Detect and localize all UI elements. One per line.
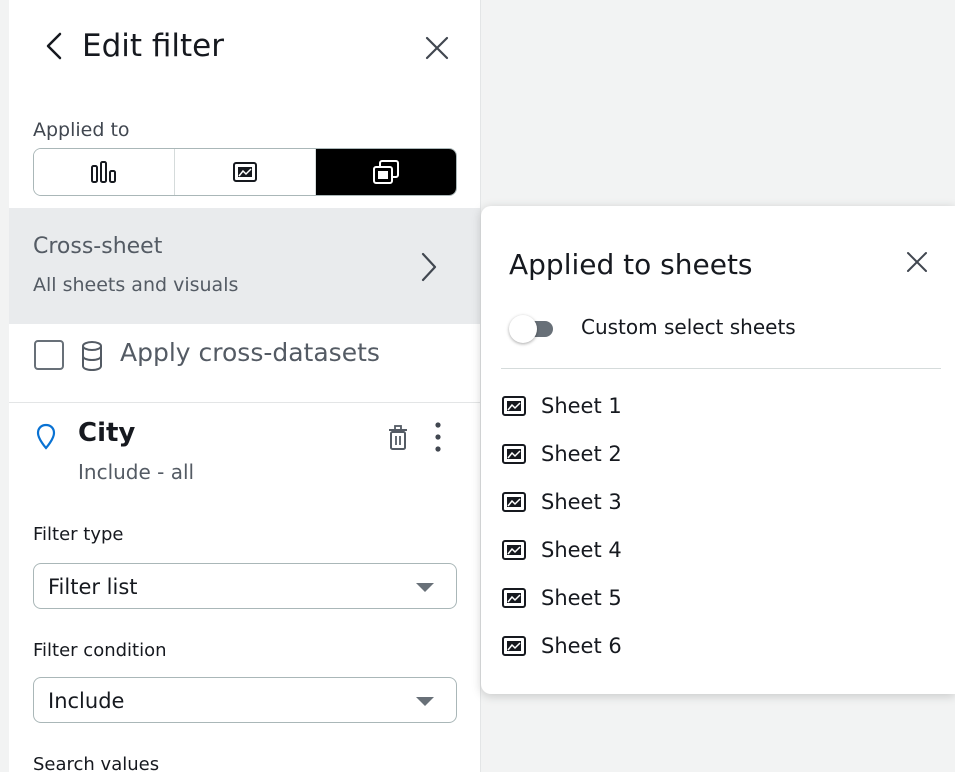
sheet-list-item[interactable]: Sheet 1: [501, 389, 622, 423]
back-chevron-icon[interactable]: [40, 28, 68, 64]
sheet-label: Sheet 4: [541, 538, 622, 562]
sheet-list-item[interactable]: Sheet 6: [501, 629, 622, 663]
segment-all-sheets[interactable]: [316, 149, 456, 195]
apply-cross-datasets-checkbox[interactable]: [34, 340, 64, 370]
segment-sheet[interactable]: [175, 149, 316, 195]
location-pin-icon: [36, 423, 56, 450]
filter-type-label: Filter type: [33, 524, 124, 545]
filter-condition-label: Filter condition: [33, 640, 167, 661]
sheet-list-item[interactable]: Sheet 2: [501, 437, 622, 471]
multi-sheet-icon: [373, 160, 399, 184]
panel-title: Edit filter: [82, 28, 224, 64]
chevron-right-icon: [421, 252, 437, 282]
close-icon[interactable]: [421, 32, 453, 64]
filter-type-select[interactable]: Filter list: [33, 563, 457, 609]
custom-select-toggle[interactable]: [509, 315, 553, 343]
sheet-icon: [501, 635, 527, 657]
applied-to-segmented-control: [33, 148, 457, 196]
panel-edge: [0, 0, 9, 772]
applied-to-label: Applied to: [33, 119, 130, 141]
sheet-label: Sheet 5: [541, 586, 622, 610]
sheet-icon: [233, 162, 257, 182]
sheet-label: Sheet 6: [541, 634, 622, 658]
edit-filter-panel: Edit filter Applied to Cross-sheet All s…: [0, 0, 481, 772]
sheet-label: Sheet 3: [541, 490, 622, 514]
close-icon[interactable]: [903, 248, 931, 276]
custom-select-label: Custom select sheets: [581, 315, 796, 339]
toggle-knob: [509, 315, 537, 343]
more-options-icon[interactable]: [430, 420, 446, 454]
apply-cross-datasets-label: Apply cross-datasets: [120, 338, 380, 367]
database-icon: [82, 341, 102, 372]
sheet-icon: [501, 491, 527, 513]
segment-visual[interactable]: [34, 149, 175, 195]
caret-down-icon: [416, 583, 434, 592]
search-values-label: Search values: [33, 754, 160, 772]
sheet-icon: [501, 395, 527, 417]
cross-sheet-subtitle: All sheets and visuals: [33, 274, 239, 296]
filter-type-value: Filter list: [48, 575, 138, 599]
trash-icon[interactable]: [386, 424, 410, 452]
section-divider: [9, 402, 480, 403]
bar-chart-icon: [91, 161, 116, 183]
popover-divider: [501, 368, 941, 369]
filter-field-summary: Include - all: [78, 460, 195, 484]
cross-sheet-title: Cross-sheet: [33, 234, 163, 259]
sheet-icon: [501, 539, 527, 561]
filter-condition-select[interactable]: Include: [33, 677, 457, 723]
sheet-list-item[interactable]: Sheet 5: [501, 581, 622, 615]
sheet-icon: [501, 587, 527, 609]
applied-to-sheets-popover: Applied to sheets Custom select sheets S…: [481, 206, 955, 694]
sheet-label: Sheet 1: [541, 394, 622, 418]
sheet-label: Sheet 2: [541, 442, 622, 466]
filter-condition-value: Include: [48, 689, 125, 713]
sheet-icon: [501, 443, 527, 465]
cross-sheet-row[interactable]: Cross-sheet All sheets and visuals: [9, 208, 480, 324]
popover-title: Applied to sheets: [509, 248, 753, 281]
sheet-list-item[interactable]: Sheet 4: [501, 533, 622, 567]
filter-field-name[interactable]: City: [78, 418, 135, 448]
caret-down-icon: [416, 697, 434, 706]
sheet-list-item[interactable]: Sheet 3: [501, 485, 622, 519]
